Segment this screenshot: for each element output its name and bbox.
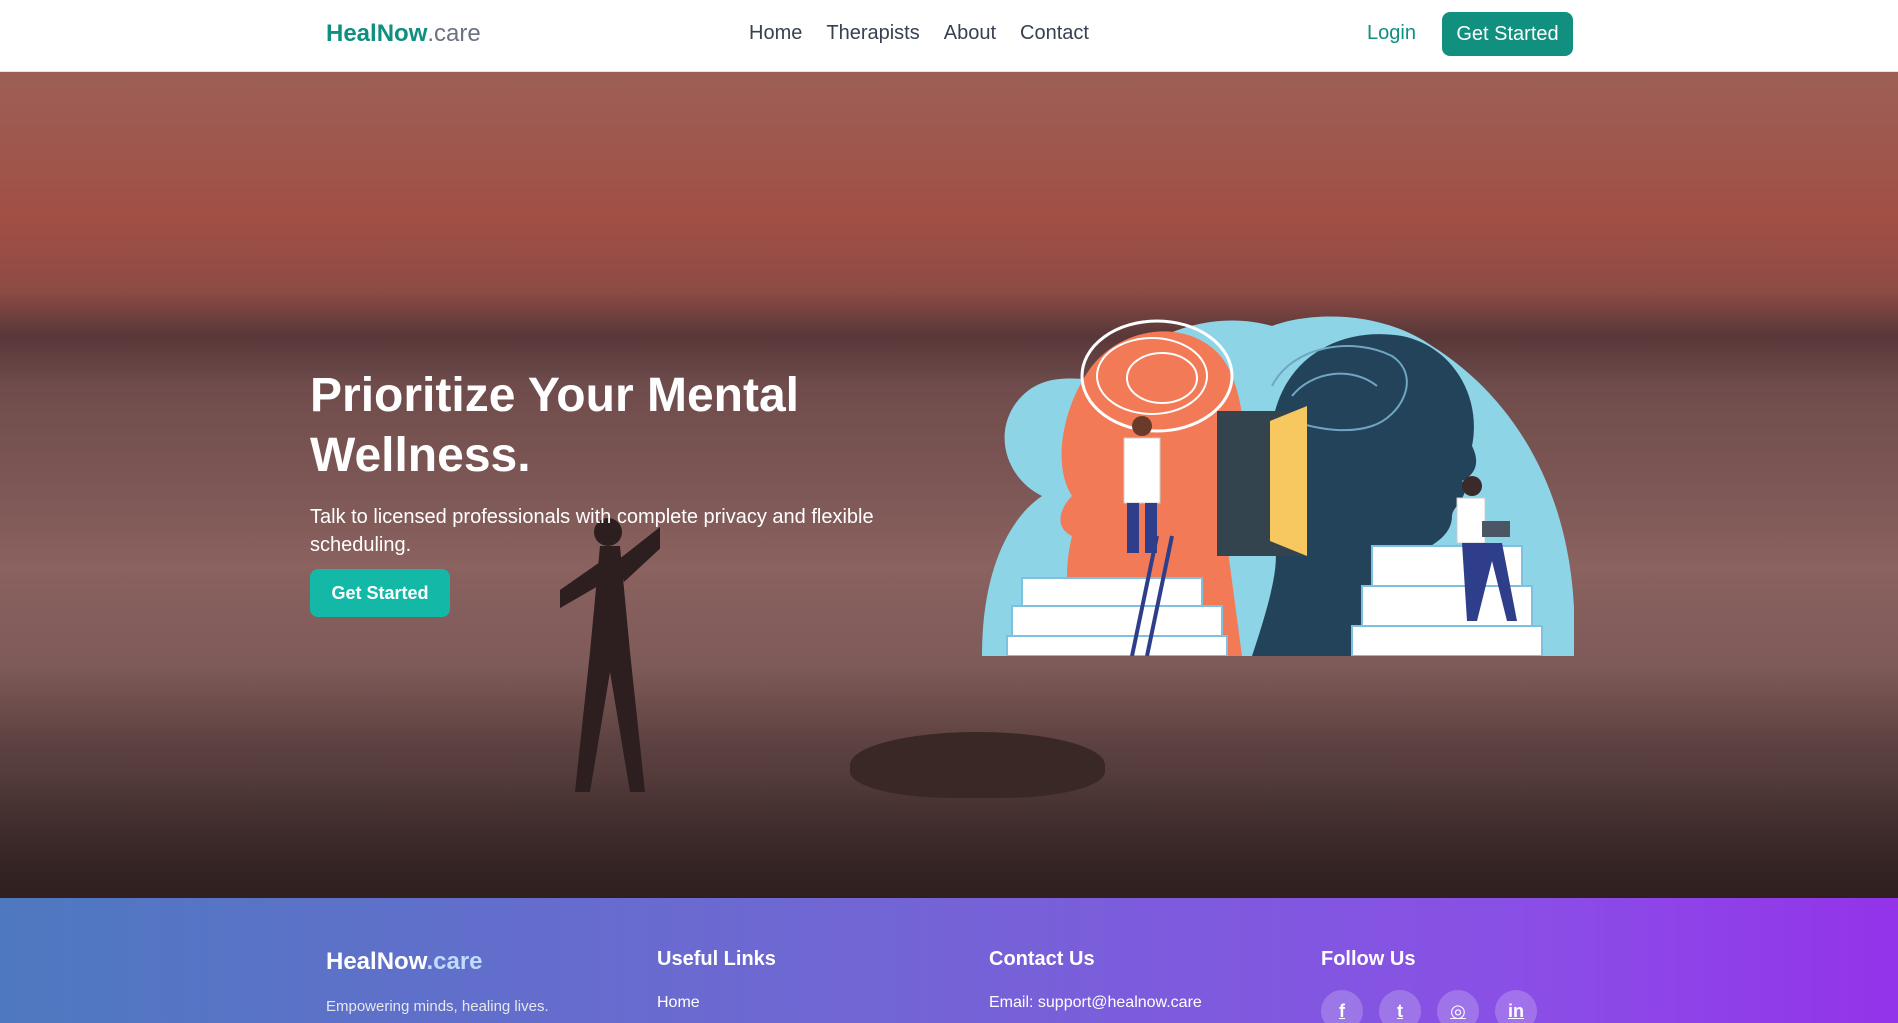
useful-links-title: Useful Links [657,948,776,970]
get-started-button-nav[interactable]: Get Started [1442,12,1573,56]
mental-health-illustration [982,316,1574,656]
footer-brand-name: HealNow [326,948,427,975]
follow-title: Follow Us [1321,948,1416,970]
hero-background-rock [850,732,1105,798]
facebook-icon[interactable]: f [1321,990,1363,1023]
get-started-button-hero[interactable]: Get Started [310,569,450,617]
brand-logo[interactable]: HealNow.care [326,20,481,48]
footer: HealNow.care Empowering minds, healing l… [0,898,1898,1023]
login-link[interactable]: Login [1367,22,1416,45]
footer-tagline: Empowering minds, healing lives. [326,998,549,1015]
nav-link-home[interactable]: Home [749,22,802,45]
nav-link-about[interactable]: About [944,22,996,45]
footer-link-home[interactable]: Home [657,994,700,1012]
hero-section: Prioritize Your Mental Wellness. Talk to… [0,72,1898,898]
brand-name: HealNow [326,20,428,47]
navbar: HealNow.care Home Therapists About Conta… [0,0,1898,72]
brand-suffix: .care [427,20,481,47]
hero-subtitle: Talk to licensed professionals with comp… [310,506,874,556]
nav-link-therapists[interactable]: Therapists [826,22,919,45]
linkedin-icon[interactable]: in [1495,990,1537,1023]
hero-title: Prioritize Your Mental Wellness. [310,369,799,482]
hero-background-horizon [0,292,1898,382]
main-nav: Home Therapists About Contact [749,22,1089,45]
contact-title: Contact Us [989,948,1095,970]
nav-link-contact[interactable]: Contact [1020,22,1089,45]
footer-brand: HealNow.care [326,948,483,976]
footer-brand-suffix: .care [426,948,483,975]
instagram-icon[interactable]: ◎ [1437,990,1479,1023]
contact-email-link[interactable]: Email: support@healnow.care [989,994,1202,1012]
twitter-icon[interactable]: t [1379,990,1421,1023]
